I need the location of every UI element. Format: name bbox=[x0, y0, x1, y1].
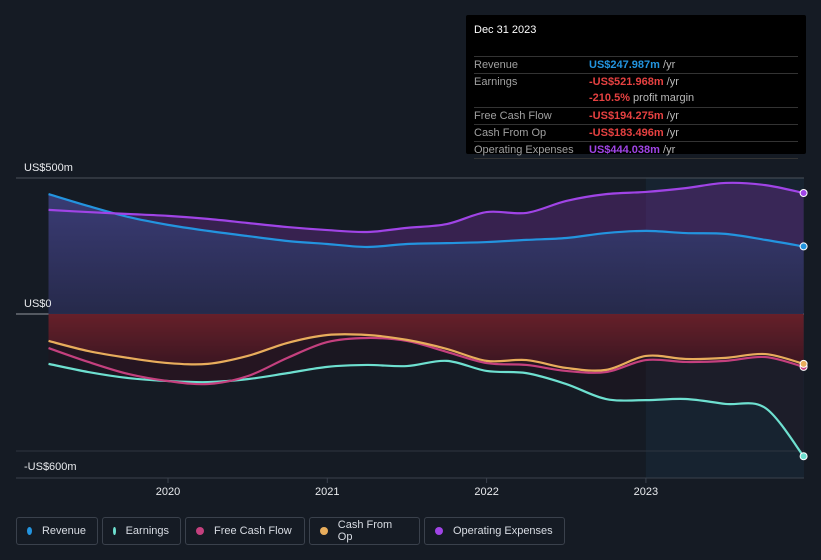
endpoint-cash-from-op bbox=[799, 359, 808, 368]
legend-label: Free Cash Flow bbox=[214, 525, 292, 537]
legend-item-free-cash-flow[interactable]: Free Cash Flow bbox=[185, 517, 305, 545]
legend-item-revenue[interactable]: Revenue bbox=[16, 517, 98, 545]
endpoint-earnings bbox=[799, 452, 808, 461]
legend-label: Earnings bbox=[125, 525, 169, 537]
tooltip-suffix: /yr bbox=[663, 127, 679, 139]
tooltip-value: US$444.038m /yr bbox=[589, 144, 676, 156]
tooltip-row: -210.5% profit margin bbox=[474, 90, 798, 107]
tooltip-suffix: profit margin bbox=[629, 92, 695, 104]
x-tick-label: 2021 bbox=[315, 486, 339, 498]
x-tick-label: 2020 bbox=[156, 486, 180, 498]
legend-dot-icon bbox=[196, 527, 204, 535]
tooltip-value: -US$194.275m /yr bbox=[589, 110, 679, 122]
x-tick-label: 2022 bbox=[474, 486, 498, 498]
tooltip-date: Dec 31 2023 bbox=[474, 24, 537, 36]
x-tick-label: 2023 bbox=[634, 486, 658, 498]
legend-item-earnings[interactable]: Earnings bbox=[102, 517, 181, 545]
tooltip-value: -US$183.496m /yr bbox=[589, 127, 679, 139]
tooltip-divider bbox=[474, 158, 798, 159]
legend-label: Cash From Op bbox=[337, 519, 393, 543]
legend-dot-icon bbox=[113, 527, 116, 535]
tooltip-value: -210.5% profit margin bbox=[589, 92, 695, 104]
legend-dot-icon bbox=[435, 527, 443, 535]
tooltip-row: Revenue US$247.987m /yr bbox=[474, 56, 798, 74]
legend-dot-icon bbox=[320, 527, 328, 535]
y-tick-label: US$500m bbox=[24, 162, 73, 174]
legend-label: Revenue bbox=[41, 525, 86, 537]
tooltip-label: Earnings bbox=[474, 76, 518, 88]
tooltip-row: Earnings -US$521.968m /yr bbox=[474, 73, 798, 91]
tooltip-row: Operating Expenses US$444.038m /yr bbox=[474, 141, 798, 159]
tooltip-suffix: /yr bbox=[663, 110, 679, 122]
tooltip-label: Revenue bbox=[474, 59, 519, 71]
tooltip-label: Free Cash Flow bbox=[474, 110, 552, 122]
legend-label: Operating Expenses bbox=[453, 525, 553, 537]
tooltip-value: US$247.987m /yr bbox=[589, 59, 676, 71]
tooltip: Dec 31 2023 Revenue US$247.987m /yr Earnin… bbox=[466, 15, 806, 159]
legend-dot-icon bbox=[27, 527, 32, 535]
tooltip-label: Operating Expenses bbox=[474, 144, 574, 156]
y-tick-label: US$0 bbox=[24, 298, 52, 310]
tooltip-row: Free Cash Flow -US$194.275m /yr bbox=[474, 107, 798, 125]
legend-item-cash-from-op[interactable]: Cash From Op bbox=[309, 517, 420, 545]
tooltip-suffix: /yr bbox=[663, 76, 679, 88]
tooltip-suffix: /yr bbox=[659, 144, 676, 156]
endpoint-revenue bbox=[799, 242, 808, 251]
endpoint-operating-expenses bbox=[799, 189, 808, 198]
y-tick-label: -US$600m bbox=[24, 461, 77, 473]
tooltip-label: Cash From Op bbox=[474, 127, 547, 139]
tooltip-value: -US$521.968m /yr bbox=[589, 76, 679, 88]
legend-item-operating-expenses[interactable]: Operating Expenses bbox=[424, 517, 565, 545]
tooltip-suffix: /yr bbox=[659, 59, 676, 71]
tooltip-row: Cash From Op -US$183.496m /yr bbox=[474, 124, 798, 142]
